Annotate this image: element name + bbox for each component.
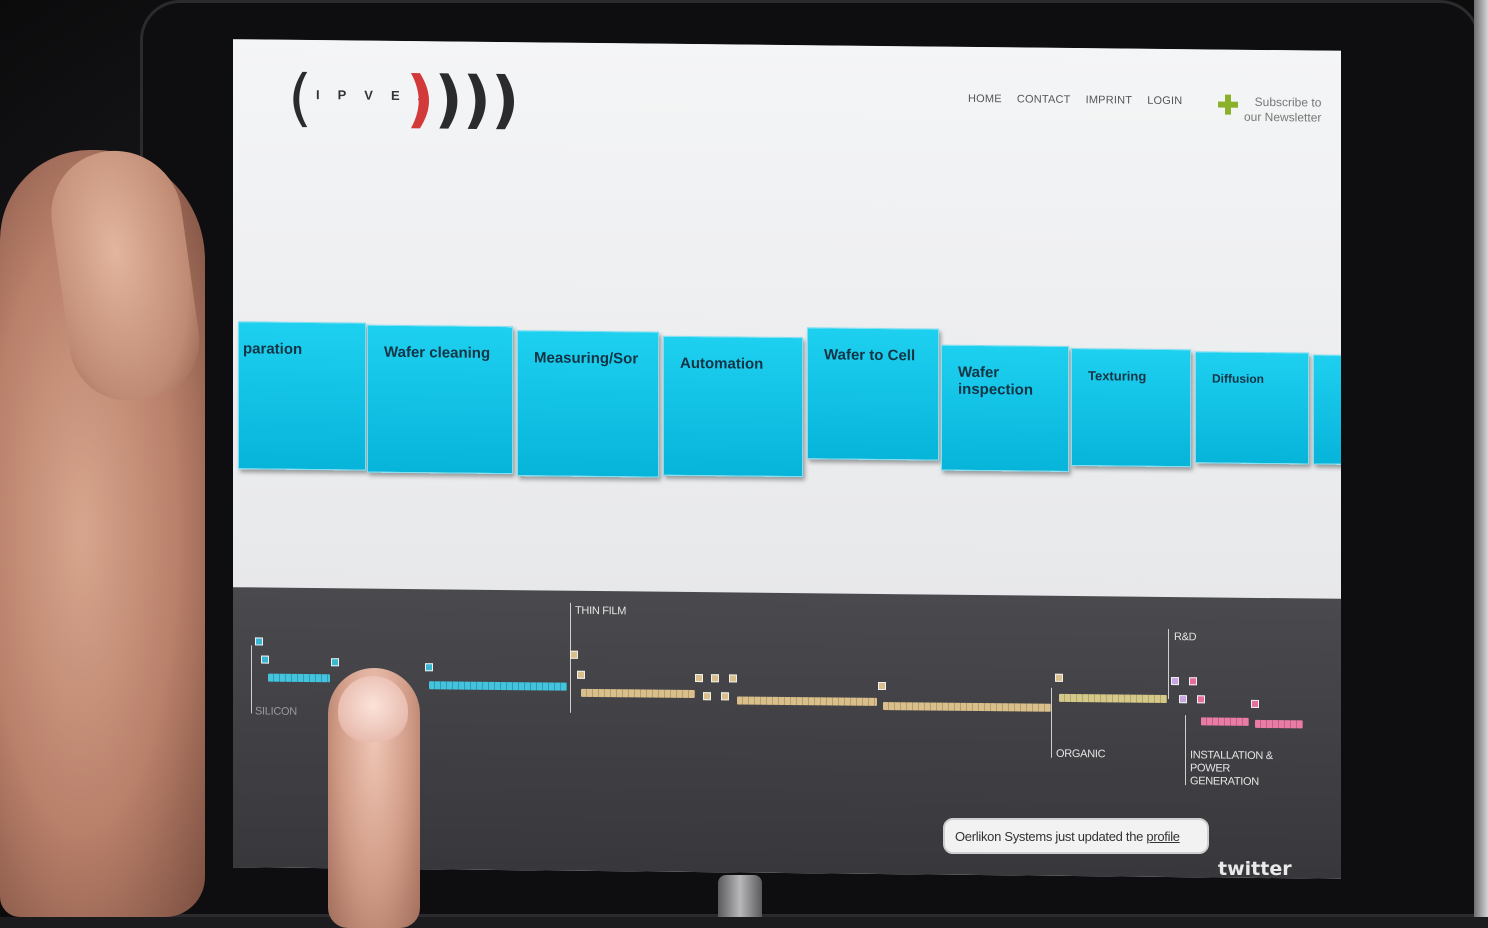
company-square[interactable] [261,655,269,664]
twitter-message: Oerlikon Systems just updated the [955,829,1144,844]
rnd-marker-label: R&D [1174,631,1197,644]
category-tile[interactable]: Diffusion [1195,351,1309,465]
tile-label: Wafer to Cell [824,346,916,365]
category-tile[interactable]: Wafer to Cell [807,327,939,461]
category-tile[interactable]: paration [238,321,366,471]
company-square[interactable] [695,674,703,683]
logo-left-arc-icon: ( [288,60,313,135]
thin-film-company-bar[interactable] [883,702,1051,712]
organic-marker-label: ORGANIC [1056,747,1106,761]
company-square[interactable] [577,670,585,679]
tile-label: paration [243,340,303,358]
tile-label: Measuring/Sor [534,349,639,368]
company-square[interactable] [1251,699,1259,708]
company-square[interactable] [721,692,729,701]
category-tile[interactable]: Wafer cleaning [367,324,513,475]
company-square[interactable] [331,658,339,667]
logo-letter: V [364,87,374,103]
tile-label: Wafer inspection [958,363,1034,399]
installation-marker-label: INSTALLATION & POWER GENERATION [1190,749,1273,788]
nav-login-link[interactable]: LOGIN [1147,95,1182,107]
organic-company-bar[interactable] [1059,693,1167,703]
nav-contact-link[interactable]: CONTACT [1017,93,1071,106]
company-square[interactable] [570,650,578,659]
category-carousel: paration Wafer cleaning Measuring/Sor Au… [233,321,1341,493]
ring [718,875,762,917]
subscribe-label: Subscribe to our Newsletter [1244,94,1322,125]
silicon-marker-label: SILICON [255,705,297,718]
silicon-marker-line [251,645,252,714]
installation-company-bar[interactable] [1255,719,1303,729]
company-square[interactable] [878,681,886,691]
category-tile[interactable]: Measuring/Sor [517,330,659,478]
logo-letter: E [390,87,401,103]
tile-label: Texturing [1088,368,1147,384]
category-tile[interactable]: Wafer inspection [941,344,1069,472]
twitter-notification[interactable]: Oerlikon Systems just updated the profil… [943,818,1209,854]
thin-film-marker-label: THIN FILM [575,604,627,618]
company-square[interactable] [1197,695,1205,704]
tile-label: Automation [680,354,764,373]
company-square[interactable] [711,674,719,683]
logo-letter: I [316,87,321,103]
company-square[interactable] [1189,677,1197,686]
silicon-company-bar[interactable] [268,673,330,683]
fingernail [338,676,408,742]
company-square[interactable] [1055,673,1063,682]
logo-letter: P [337,87,348,103]
ipvea-logo[interactable]: ( I P V E A )))) [288,60,519,137]
header-area: ( I P V E A )))) HOME CONTACT IMPRINT LO… [233,39,1341,611]
company-square[interactable] [729,674,737,683]
rnd-marker-line [1168,628,1169,700]
newsletter-subscribe-link[interactable]: Subscribe to our Newsletter [1218,95,1338,126]
company-square[interactable] [255,637,263,646]
top-navigation: HOME CONTACT IMPRINT LOGIN [968,93,1182,107]
category-tile[interactable]: Texturing [1071,347,1191,468]
company-square[interactable] [1171,677,1179,686]
installation-company-bar[interactable] [1201,717,1249,726]
installation-marker-line [1185,715,1186,786]
nav-imprint-link[interactable]: IMPRINT [1086,94,1133,106]
silicon-company-bar[interactable] [429,681,567,691]
organic-marker-line [1051,687,1052,758]
category-tile[interactable] [1313,354,1341,465]
thin-film-company-bar[interactable] [737,696,877,706]
logo-right-arcs-icon: )))) [406,62,520,137]
company-square[interactable] [425,663,433,672]
plus-icon [1218,95,1238,115]
twitter-logo[interactable]: twitter [1218,858,1292,880]
tablet-edge [1474,0,1488,917]
tile-label: Wafer cleaning [384,343,491,362]
category-tile[interactable]: Automation [663,335,803,478]
nav-home-link[interactable]: HOME [968,93,1002,105]
company-square[interactable] [1179,695,1187,704]
twitter-profile-link[interactable]: profile [1146,829,1180,844]
company-square[interactable] [703,692,711,701]
thin-film-company-bar[interactable] [581,688,695,699]
tile-label: Diffusion [1212,371,1264,386]
